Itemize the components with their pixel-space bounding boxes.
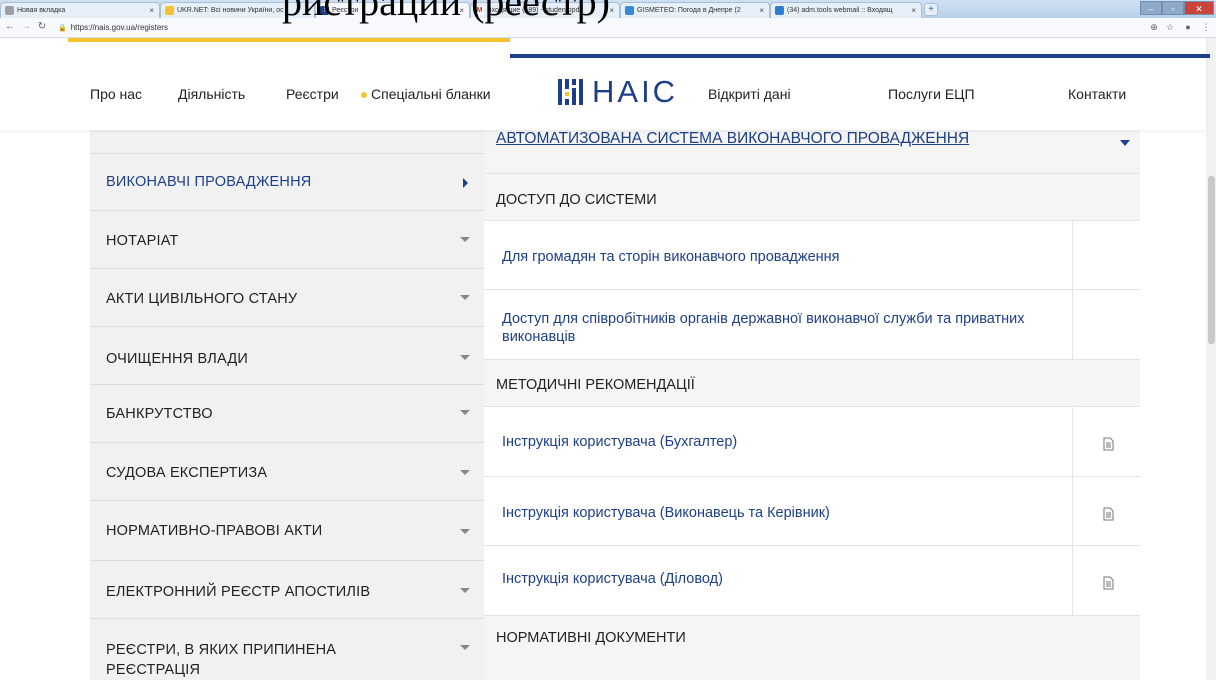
list-item: Для громадян та сторін виконавчого прова… xyxy=(484,221,1140,290)
document-icon[interactable] xyxy=(1101,437,1115,451)
sidebar-item-civil-acts[interactable]: АКТИ ЦИВІЛЬНОГО СТАНУ xyxy=(90,269,484,327)
nav-registers[interactable]: Реєстри xyxy=(286,86,339,102)
sidebar-item-forensic[interactable]: СУДОВА ЕКСПЕРТИЗА xyxy=(90,443,484,501)
sidebar-item-label: АКТИ ЦИВІЛЬНОГО СТАНУ xyxy=(106,291,298,307)
tab-close-icon[interactable]: × xyxy=(759,3,764,18)
section-access: ДОСТУП ДО СИСТЕМИ xyxy=(484,174,1140,221)
tab-favicon xyxy=(165,6,174,15)
logo-mark-icon xyxy=(558,79,583,105)
sidebar-item-lustration[interactable]: ОЧИЩЕННЯ ВЛАДИ xyxy=(90,327,484,385)
lock-icon: 🔒 xyxy=(58,25,67,32)
chevron-down-icon xyxy=(460,355,470,360)
cell-divider xyxy=(1072,546,1073,615)
browser-tab[interactable]: (34) adm.tools webmail :: Входящ × xyxy=(770,2,922,18)
list-item: Інструкція користувача (Діловод) xyxy=(484,546,1140,616)
nav-active-dot xyxy=(361,92,367,98)
maximize-button[interactable]: ▫ xyxy=(1162,1,1184,15)
bookmark-star-icon[interactable]: ☆ xyxy=(1164,21,1176,33)
sidebar-item-apostille[interactable]: ЕЛЕКТРОННИЙ РЕЄСТР АПОСТИЛІВ xyxy=(90,561,484,619)
citizens-access-link[interactable]: Для громадян та сторін виконавчого прова… xyxy=(502,248,840,266)
sidebar-item-label: СУДОВА ЕКСПЕРТИЗА xyxy=(106,465,268,481)
profile-icon[interactable]: ● xyxy=(1182,21,1194,33)
list-item: Інструкція користувача (Бухгалтер) xyxy=(484,407,1140,477)
sidebar-item-notary[interactable]: НОТАРІАТ xyxy=(90,211,484,269)
sidebar-item-label: БАНКРУТСТВО xyxy=(106,406,213,422)
section-title: МЕТОДИЧНІ РЕКОМЕНДАЦІЇ xyxy=(496,377,695,393)
tab-label: Новая вкладка xyxy=(17,7,66,14)
tab-label: UKR.NET: Всі новини України, ос xyxy=(177,7,284,14)
reload-icon[interactable]: ↻ xyxy=(36,20,48,34)
minimize-button[interactable]: – xyxy=(1140,1,1162,15)
list-item: Доступ для співробітників органів держав… xyxy=(484,290,1140,360)
nav-activity[interactable]: Діяльність xyxy=(178,86,245,102)
scrollbar-thumb[interactable] xyxy=(1208,176,1215,344)
tab-favicon xyxy=(775,6,784,15)
section-title: НОРМАТИВНІ ДОКУМЕНТИ xyxy=(496,630,686,646)
list-item: Інструкція користувача (Виконавець та Ке… xyxy=(484,477,1140,546)
zoom-icon[interactable]: ⊕ xyxy=(1148,21,1160,33)
chevron-down-icon xyxy=(460,588,470,593)
menu-kebab-icon[interactable]: ⋮ xyxy=(1200,21,1212,33)
tab-label: GISMETEO: Погода в Днепре (2 xyxy=(637,7,741,14)
section-norms: НОРМАТИВНІ ДОКУМЕНТИ xyxy=(484,616,1140,663)
logo-text: НАІС xyxy=(592,74,679,109)
sidebar-item-label: РЕЄСТРИ, В ЯКИХ ПРИПИНЕНА РЕЄСТРАЦІЯ xyxy=(106,642,337,678)
chevron-down-icon[interactable] xyxy=(1120,140,1130,146)
manual-clerk-link[interactable]: Інструкція користувача (Діловод) xyxy=(502,570,723,588)
list-item-partial xyxy=(484,662,1140,680)
nav-special-forms[interactable]: Спеціальні бланки xyxy=(371,86,491,102)
sidebar-item-label: ВИКОНАВЧІ ПРОВАДЖЕННЯ xyxy=(106,174,312,190)
new-tab-button[interactable]: + xyxy=(924,3,938,16)
nav-open-data[interactable]: Відкриті дані xyxy=(708,86,791,102)
chevron-down-icon xyxy=(460,295,470,300)
tab-close-icon[interactable]: × xyxy=(609,3,614,18)
tab-close-icon[interactable]: × xyxy=(149,3,154,18)
cell-divider xyxy=(1072,290,1073,359)
chevron-down-icon xyxy=(460,645,470,650)
sidebar-item-label: ОЧИЩЕННЯ ВЛАДИ xyxy=(106,351,248,367)
staff-access-link[interactable]: Доступ для співробітників органів держав… xyxy=(502,310,1062,346)
sidebar-item-label: НОРМАТИВНО-ПРАВОВІ АКТИ xyxy=(106,523,323,539)
header-accent-yellow xyxy=(68,38,510,42)
sidebar-item-terminated[interactable]: РЕЄСТРИ, В ЯКИХ ПРИПИНЕНА РЕЄСТРАЦІЯ xyxy=(90,619,484,680)
sidebar-item-bankruptcy[interactable]: БАНКРУТСТВО xyxy=(90,385,484,443)
page-caption: ристрации (реестр) xyxy=(282,0,610,24)
tab-favicon xyxy=(5,6,14,15)
tab-favicon xyxy=(625,6,634,15)
url-text: https://nais.gov.ua/registers xyxy=(70,23,168,32)
nav-about[interactable]: Про нас xyxy=(90,86,142,102)
sidebar-item-executive[interactable]: ВИКОНАВЧІ ПРОВАДЖЕННЯ xyxy=(90,154,484,211)
chevron-down-icon xyxy=(460,237,470,242)
chevron-down-icon xyxy=(460,410,470,415)
sidebar-item-label: ЕЛЕКТРОННИЙ РЕЄСТР АПОСТИЛІВ xyxy=(106,584,371,600)
close-window-button[interactable]: ✕ xyxy=(1184,1,1214,15)
sidebar-item-legal-acts[interactable]: НОРМАТИВНО-ПРАВОВІ АКТИ xyxy=(90,501,484,561)
document-icon[interactable] xyxy=(1101,507,1115,521)
nav-contacts[interactable]: Контакти xyxy=(1068,86,1126,102)
section-title: ДОСТУП ДО СИСТЕМИ xyxy=(496,192,657,208)
forward-arrow-icon[interactable]: → xyxy=(20,20,32,34)
tab-close-icon[interactable]: × xyxy=(911,3,916,18)
nav-eds-services[interactable]: Послуги ЕЦП xyxy=(888,86,975,102)
browser-tab[interactable]: Новая вкладка × xyxy=(0,2,160,18)
chevron-down-icon xyxy=(460,470,470,475)
cell-divider xyxy=(1072,407,1073,476)
scrollbar-track[interactable] xyxy=(1206,38,1216,680)
section-methods: МЕТОДИЧНІ РЕКОМЕНДАЦІЇ xyxy=(484,360,1140,407)
document-icon[interactable] xyxy=(1101,576,1115,590)
cell-divider xyxy=(1072,221,1073,289)
header-accent-blue xyxy=(510,54,1210,58)
panel-title-link[interactable]: АВТОМАТИЗОВАНА СИСТЕМА ВИКОНАВЧОГО ПРОВА… xyxy=(496,130,969,148)
site-logo[interactable]: НАІС xyxy=(558,76,678,108)
manual-executor-link[interactable]: Інструкція користувача (Виконавець та Ке… xyxy=(502,504,830,522)
cell-divider xyxy=(1072,477,1073,545)
tab-label: (34) adm.tools webmail :: Входящ xyxy=(787,7,893,14)
browser-tab[interactable]: GISMETEO: Погода в Днепре (2 × xyxy=(620,2,770,18)
chevron-right-icon xyxy=(463,178,468,188)
back-arrow-icon[interactable]: ← xyxy=(4,20,16,34)
chevron-down-icon xyxy=(460,529,470,534)
sidebar-item-label: НОТАРІАТ xyxy=(106,233,179,249)
manual-accountant-link[interactable]: Інструкція користувача (Бухгалтер) xyxy=(502,433,737,451)
